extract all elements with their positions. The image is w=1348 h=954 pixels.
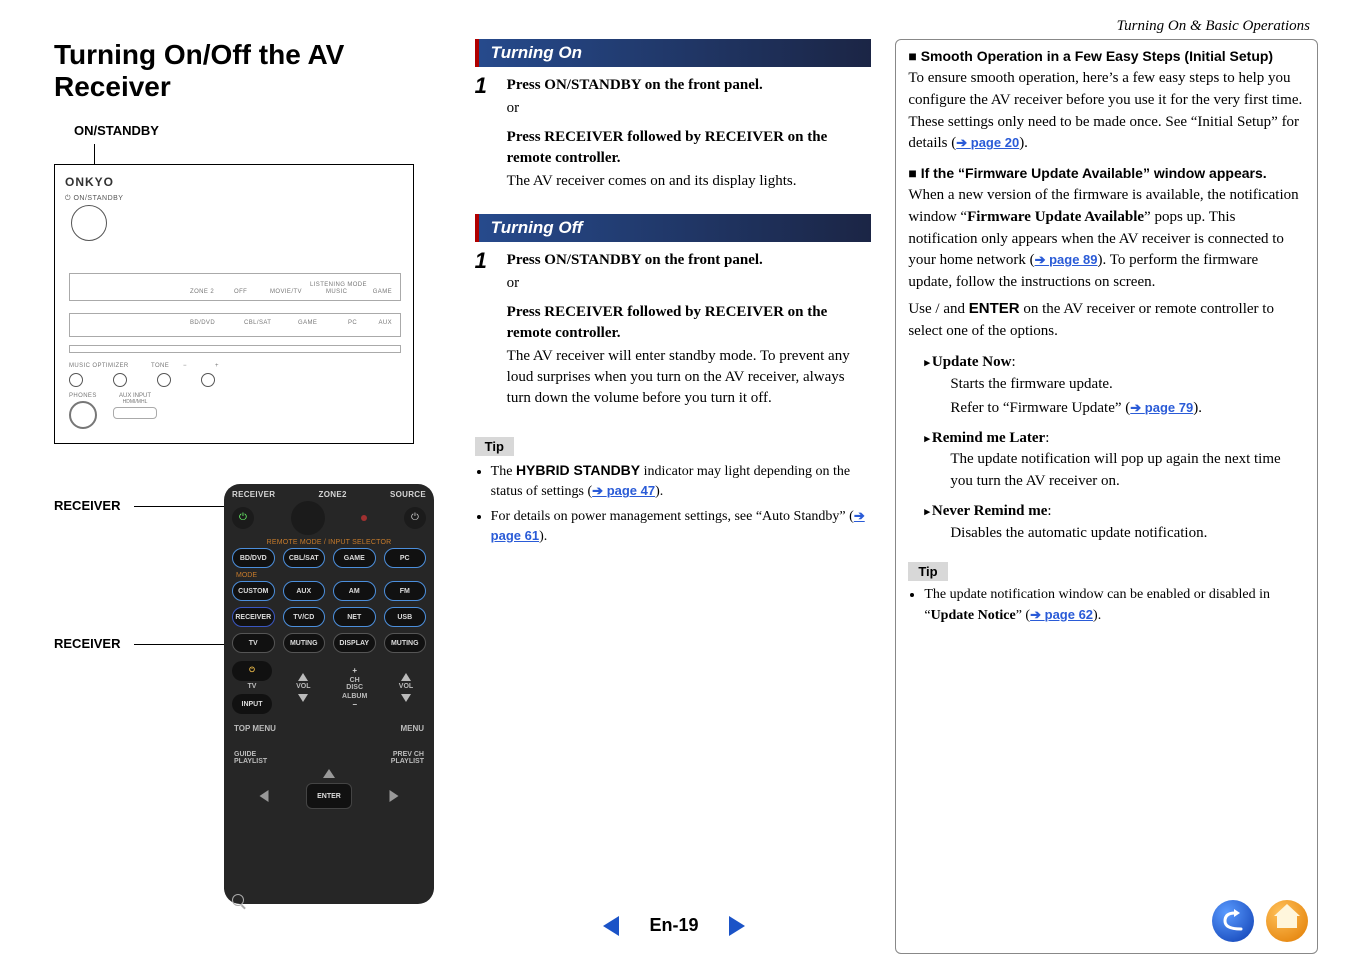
dpad-up-icon: [323, 769, 335, 778]
step-number-1: 1: [475, 75, 495, 196]
arrow-down-icon-2: [401, 694, 411, 702]
brand-logo: ONKYO: [65, 175, 413, 189]
firmware-body-1: When a new version of the firmware is av…: [908, 185, 1305, 294]
arrow-down-icon: [298, 694, 308, 702]
remote-aux-button: AUX: [283, 581, 326, 601]
arrow-up-icon-2: [401, 673, 411, 681]
home-icon[interactable]: [1266, 900, 1308, 942]
turning-off-result: The AV receiver will enter standby mode.…: [507, 346, 872, 409]
breadcrumb: Turning On & Basic Operations: [54, 18, 1318, 35]
opt-update-now-desc2: Refer to “Firmware Update” (page 79).: [950, 398, 1305, 420]
opt-remind-later-desc: The update notification will pop up agai…: [950, 449, 1305, 493]
link-page-62[interactable]: page 62: [1030, 607, 1093, 622]
tip-label-right: Tip: [908, 562, 947, 581]
fp-top-strip: ZONE 2 OFF MOVIE/TV LISTENING MODE MUSIC…: [69, 273, 401, 301]
remote-tvcd-button: TV/CD: [283, 607, 326, 627]
link-page-47[interactable]: page 47: [592, 483, 655, 498]
remote-diagram: RECEIVER ZONE2 SOURCE ⏻ ⏻ REMOTE MODE / …: [224, 484, 434, 904]
turning-off-step-b: Press RECEIVER followed by RECEIVER on t…: [507, 302, 872, 344]
prev-page-icon[interactable]: [603, 916, 619, 936]
phones-jack-icon: [69, 401, 97, 429]
remote-pc-button: PC: [384, 548, 427, 568]
back-icon[interactable]: [1212, 900, 1254, 942]
firmware-heading: If the “Firmware Update Available” windo…: [908, 165, 1305, 181]
smooth-operation-body: To ensure smooth operation, here’s a few…: [908, 68, 1305, 155]
remote-enter-button: ENTER: [306, 783, 352, 809]
step-number-1b: 1: [475, 250, 495, 413]
fp-minus-knob: [157, 373, 171, 387]
tip-update-notice: The update notification window can be en…: [924, 585, 1305, 626]
receiver-label-top: RECEIVER: [54, 498, 120, 513]
front-panel-diagram: ONKYO ⏻ ON/STANDBY ZONE 2 OFF MOVIE/TV L…: [54, 164, 414, 444]
dpad-right-icon: [390, 790, 399, 802]
fp-standby-label: ⏻ ON/STANDBY: [65, 195, 413, 203]
remote-net-button: NET: [333, 607, 376, 627]
remote-custom-button: CUSTOM: [232, 581, 275, 601]
turning-on-result: The AV receiver comes on and its display…: [507, 171, 872, 192]
on-standby-label: ON/STANDBY: [74, 123, 451, 138]
turning-on-step-a: Press ON/STANDBY on the front panel.: [507, 75, 872, 96]
remote-zone2-button: [291, 501, 325, 535]
search-icon: [232, 894, 244, 906]
turning-off-or: or: [507, 273, 872, 294]
turning-on-step-b: Press RECEIVER followed by RECEIVER on t…: [507, 127, 872, 169]
fp-thin-strip: [69, 345, 401, 353]
opt-remind-later: Remind me Later: [924, 430, 1045, 446]
fp-plus-knob: [201, 373, 215, 387]
remote-bddvd-button: BD/DVD: [232, 548, 275, 568]
next-page-icon[interactable]: [729, 916, 745, 936]
remote-tv-power-icon: ⏻: [232, 661, 272, 681]
remote-game-button: GAME: [333, 548, 376, 568]
remote-tv-button: TV: [232, 633, 275, 653]
link-page-79[interactable]: page 79: [1130, 400, 1193, 415]
remote-display-button: DISPLAY: [333, 633, 376, 653]
fp-music-opt-knob: [69, 373, 83, 387]
remote-muting2-button: MUTING: [384, 633, 427, 653]
link-page-89[interactable]: page 89: [1035, 252, 1098, 267]
arrow-up-icon: [298, 673, 308, 681]
page-number: En-19: [649, 915, 698, 936]
remote-usb-button: USB: [384, 607, 427, 627]
opt-update-now-desc1: Starts the firmware update.: [950, 374, 1305, 396]
remote-am-button: AM: [333, 581, 376, 601]
link-page-20[interactable]: page 20: [956, 135, 1019, 150]
page-title: Turning On/Off the AV Receiver: [54, 39, 451, 103]
turning-off-step-a: Press ON/STANDBY on the front panel.: [507, 250, 872, 271]
remote-fm-button: FM: [384, 581, 427, 601]
fp-tone-knob: [113, 373, 127, 387]
remote-menu-label: MENU: [400, 724, 424, 733]
opt-update-now: Update Now: [924, 354, 1011, 370]
fp-mid-strip: BD/DVD CBL/SAT GAME PC AUX: [69, 313, 401, 337]
opt-never-remind-desc: Disables the automatic update notificati…: [950, 523, 1305, 545]
turning-on-heading: Turning On: [475, 39, 872, 67]
fp-standby-button: [71, 205, 107, 241]
tip-hybrid-standby: The HYBRID STANDBY indicator may light d…: [491, 460, 872, 503]
remote-muting-button: MUTING: [283, 633, 326, 653]
receiver-label-bottom: RECEIVER: [54, 636, 120, 651]
tip-label-mid: Tip: [475, 437, 514, 456]
dpad-left-icon: [260, 790, 269, 802]
remote-source-power-icon: ⏻: [404, 507, 426, 529]
remote-topmenu-label: TOP MENU: [234, 724, 276, 733]
remote-led-icon: [361, 515, 367, 521]
aux-jack-icon: [113, 407, 157, 419]
turning-on-or: or: [507, 98, 872, 119]
smooth-operation-heading: Smooth Operation in a Few Easy Steps (In…: [908, 48, 1305, 64]
remote-cblsat-button: CBL/SAT: [283, 548, 326, 568]
firmware-body-2: Use / and ENTER on the AV receiver or re…: [908, 298, 1305, 343]
tip-auto-standby: For details on power management settings…: [491, 507, 872, 548]
remote-receiver-mode-button: RECEIVER: [232, 607, 275, 627]
remote-receiver-power-icon: ⏻: [232, 507, 254, 529]
opt-never-remind: Never Remind me: [924, 503, 1047, 519]
remote-input-button: INPUT: [232, 694, 272, 714]
turning-off-heading: Turning Off: [475, 214, 872, 242]
